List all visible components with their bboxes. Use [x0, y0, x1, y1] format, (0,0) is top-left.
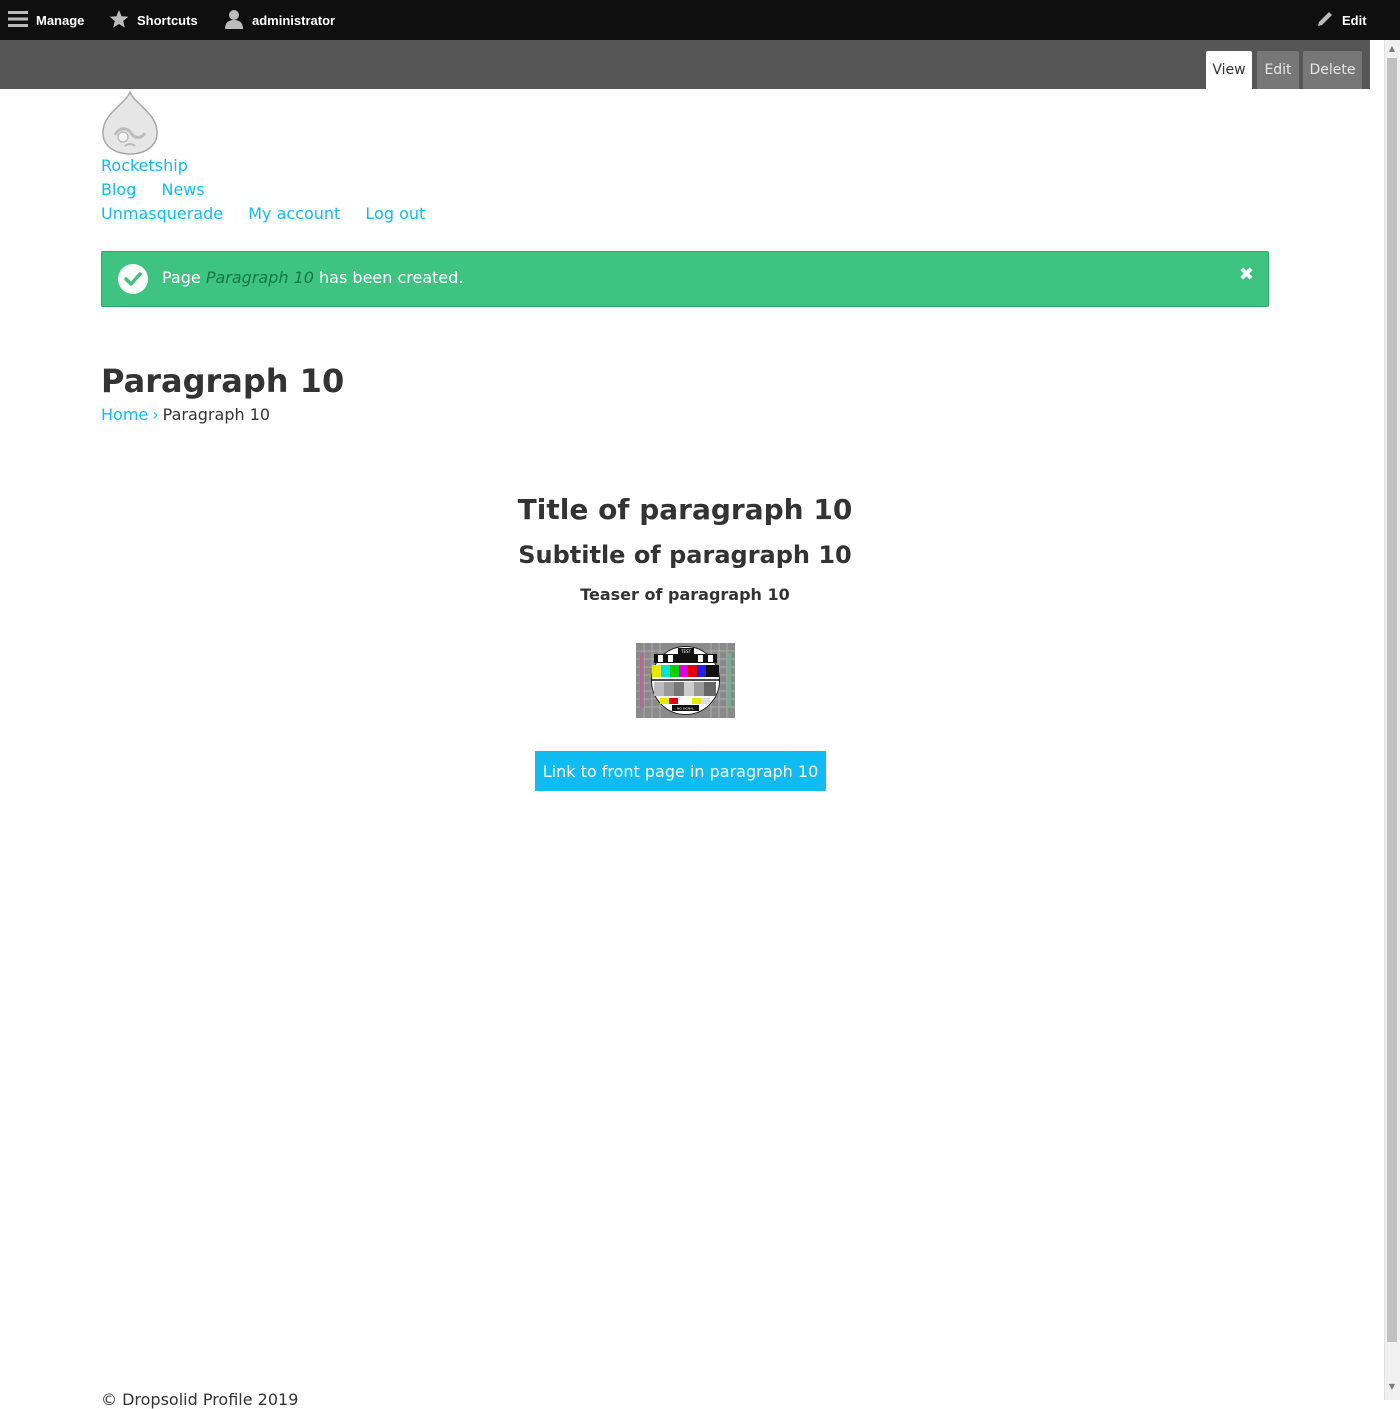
tab-edit[interactable]: Edit — [1257, 51, 1299, 89]
site-logo[interactable] — [101, 89, 159, 155]
star-icon — [109, 9, 129, 32]
toolbar-user-label: administrator — [252, 12, 336, 28]
admin-toolbar: Manage Shortcuts administrator Edit — [0, 0, 1400, 40]
hamburger-icon — [8, 9, 28, 32]
toolbar-manage[interactable]: Manage — [8, 0, 84, 40]
scrollbar[interactable]: ▲ ▼ — [1370, 40, 1400, 1400]
account-menu-item-log-out[interactable]: Log out — [365, 204, 425, 223]
breadcrumb: Home › Paragraph 10 — [101, 405, 270, 424]
main-menu: Blog News — [101, 180, 221, 199]
toolbar-user[interactable]: administrator — [224, 0, 335, 40]
toolbar-shortcuts[interactable]: Shortcuts — [109, 0, 198, 40]
site-name[interactable]: Rocketship — [101, 156, 188, 175]
toolbar-edit-label: Edit — [1342, 12, 1367, 28]
status-message-prefix: Page — [162, 268, 206, 287]
pencil-icon — [1316, 10, 1334, 31]
user-icon — [224, 9, 244, 32]
checkmark-icon — [118, 264, 148, 294]
paragraph-title: Title of paragraph 10 — [517, 493, 853, 526]
toolbar-manage-label: Manage — [36, 12, 85, 28]
account-menu-item-my-account[interactable]: My account — [248, 204, 340, 223]
toolbar-edit[interactable]: Edit — [1316, 0, 1367, 40]
main-menu-item-blog[interactable]: Blog — [101, 180, 136, 199]
main-menu-item-news[interactable]: News — [161, 180, 204, 199]
local-tasks-bar: View Edit Delete — [0, 40, 1370, 89]
scrollbar-thumb[interactable] — [1387, 58, 1397, 1342]
toolbar-shortcuts-label: Shortcuts — [137, 12, 198, 28]
page-title: Paragraph 10 — [101, 362, 345, 400]
status-message-text: Page Paragraph 10 has been created. — [162, 268, 464, 287]
front-page-link-button[interactable]: Link to front page in paragraph 10 — [535, 751, 826, 791]
breadcrumb-separator: › — [152, 405, 159, 424]
breadcrumb-home[interactable]: Home — [101, 405, 148, 424]
account-menu: Unmasquerade My account Log out — [101, 204, 441, 223]
paragraph-image: TEST NO SIGNAL — [636, 643, 735, 718]
breadcrumb-current: Paragraph 10 — [162, 405, 271, 424]
account-menu-item-unmasquerade[interactable]: Unmasquerade — [101, 204, 223, 223]
paragraph-teaser: Teaser of paragraph 10 — [580, 585, 790, 604]
paragraph-subtitle: Subtitle of paragraph 10 — [518, 541, 852, 569]
status-message-node-link[interactable]: Paragraph 10 — [206, 268, 314, 287]
image-label-top: TEST — [680, 649, 692, 654]
tab-view[interactable]: View — [1206, 51, 1252, 89]
status-message-suffix: has been created. — [313, 268, 464, 287]
image-label-bottom: NO SIGNAL — [677, 707, 694, 711]
scroll-down-arrow-icon[interactable]: ▼ — [1387, 1382, 1397, 1392]
close-icon[interactable]: ✖ — [1239, 264, 1254, 285]
scroll-up-arrow-icon[interactable]: ▲ — [1387, 44, 1397, 54]
status-message: Page Paragraph 10 has been created. ✖ — [101, 251, 1269, 307]
tab-delete[interactable]: Delete — [1303, 51, 1362, 89]
